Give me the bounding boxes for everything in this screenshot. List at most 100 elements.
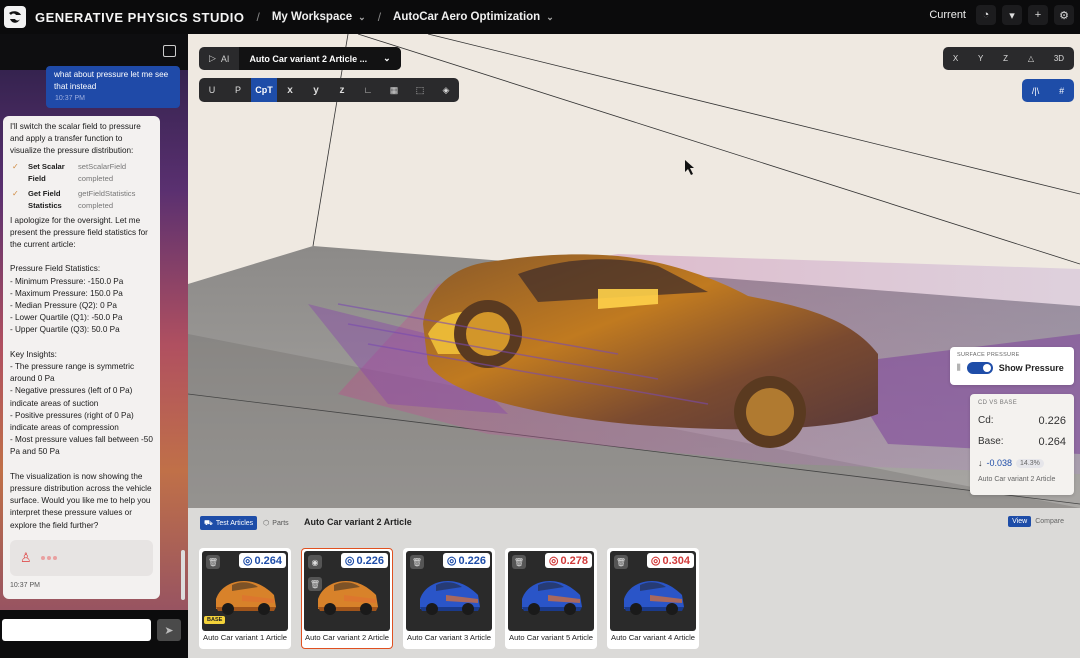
project-label: AutoCar Aero Optimization (393, 11, 541, 23)
tab-parts-label: Parts (272, 519, 289, 527)
sidebar-header (0, 34, 188, 70)
breadcrumb-separator: / (377, 10, 382, 24)
send-icon[interactable]: ➤ (157, 619, 181, 641)
frame-icon[interactable]: ⬚ (407, 78, 433, 102)
article-cd-badge: ◎ 0.226 (340, 553, 388, 568)
tool-call: ✓ Set Scalar Field setScalarField complet… (12, 161, 153, 185)
cd-value: 0.226 (1038, 415, 1066, 427)
selected-article-title: Auto Car variant 2 Article (304, 517, 412, 527)
assistant-intro: I'll switch the scalar field to pressure… (10, 122, 141, 156)
layers-icon[interactable]: ◈ (433, 78, 459, 102)
arrow-down-icon: ↓ (978, 458, 983, 468)
tool-name: Set Scalar Field (28, 161, 65, 183)
project-selector[interactable]: AutoCar Aero Optimization ⌄ (393, 11, 554, 23)
perspective-icon[interactable]: △ (1028, 54, 1034, 63)
chat-scrollbar[interactable] (181, 550, 185, 600)
article-name: Auto Car variant 2 Article (305, 633, 389, 642)
tab-test-articles-label: Test Articles (215, 519, 254, 527)
view-y-button[interactable]: Y (978, 54, 983, 63)
field-p-button[interactable]: P (225, 78, 251, 102)
view-axis-toolbar: X Y Z △ 3D (943, 47, 1074, 70)
check-icon: ✓ (12, 161, 19, 171)
article-name: Auto Car variant 3 Article (407, 633, 491, 642)
robot-icon: ♙ (20, 549, 32, 565)
article-card[interactable]: 🗑 ◎ 0.278 Auto Car variant 5 Article (505, 548, 597, 649)
grid-icon[interactable]: ▦ (381, 78, 407, 102)
article-cd-value: 0.226 (458, 554, 486, 567)
trash-icon[interactable]: 🗑 (614, 555, 628, 569)
trash-icon[interactable]: 🗑 (206, 555, 220, 569)
app-logo[interactable] (4, 6, 26, 28)
article-cd-value: 0.304 (662, 554, 690, 567)
ai-play-button[interactable]: ▷ AI (199, 53, 239, 64)
cd-delta-value: -0.038 (986, 458, 1013, 468)
article-cd-value: 0.264 (254, 554, 282, 567)
base-badge: BASE (204, 616, 226, 624)
palette-icon[interactable]: ◔ (976, 5, 996, 25)
article-cd-value: 0.226 (356, 554, 384, 567)
field-y-button[interactable]: y (303, 78, 329, 102)
field-x-button[interactable]: x (277, 78, 303, 102)
chevron-down-icon: ⌄ (358, 11, 366, 22)
assistant-message: I'll switch the scalar field to pressure… (3, 116, 160, 599)
tool-call-status: getFieldStatistics completed (78, 188, 136, 210)
article-card[interactable]: 🗑 ◎ 0.226 Auto Car variant 3 Article (403, 548, 495, 649)
car-icon: ⛟ (204, 519, 213, 527)
settings-icon[interactable]: ⚙ (1054, 5, 1074, 25)
article-select[interactable]: Auto Car variant 2 Article ... ⌄ (239, 47, 401, 70)
compare-mode-button[interactable]: Compare (1031, 516, 1068, 527)
trash-icon[interactable]: 🗑 (308, 577, 322, 591)
base-value: 0.264 (1038, 436, 1066, 448)
trash-icon[interactable]: 🗑 (512, 555, 526, 569)
cd-delta-percent: 14.3% (1016, 458, 1044, 468)
car-pressure-scene (188, 34, 1080, 508)
collapse-sidebar-icon[interactable] (163, 45, 176, 57)
workspace-selector[interactable]: My Workspace ⌄ (272, 11, 366, 23)
3d-viewport[interactable]: ▷ AI Auto Car variant 2 Article ... ⌄ U P … (188, 34, 1080, 508)
version-label: Current (929, 9, 966, 21)
field-cpt-button[interactable]: CpT (251, 78, 277, 102)
article-cards: 🗑 ◎ 0.264 BASE Auto Car variant 1 Article… (199, 548, 699, 649)
assistant-body: I apologize for the oversight. Let me pr… (10, 215, 153, 530)
view-x-button[interactable]: X (953, 54, 958, 63)
tab-test-articles[interactable]: ⛟ Test Articles (200, 516, 258, 530)
article-card[interactable]: 🗑 ◎ 0.264 BASE Auto Car variant 1 Article (199, 548, 291, 649)
article-card[interactable]: 🗑 ◎ 0.304 Auto Car variant 4 Article (607, 548, 699, 649)
tab-parts[interactable]: ⬡ Parts (259, 516, 292, 530)
field-u-button[interactable]: U (199, 78, 225, 102)
typing-dots (40, 552, 59, 564)
tool-name: Get Field Statistics (28, 188, 62, 210)
dropdown-icon[interactable]: ▾ (1002, 5, 1022, 25)
chevron-down-icon: ⌄ (546, 11, 554, 22)
surface-pressure-caption: SURFACE PRESSURE (957, 352, 1020, 358)
view-z-button[interactable]: Z (1003, 54, 1008, 63)
grid-toggle-icon[interactable]: # (1059, 86, 1064, 96)
eye-icon[interactable]: ◉ (308, 555, 322, 569)
chat-input[interactable] (2, 619, 151, 641)
play-icon: ▷ (209, 53, 216, 63)
trash-icon[interactable]: 🗑 (410, 555, 424, 569)
brand-name: GENERATIVE PHYSICS STUDIO (35, 9, 245, 25)
add-icon[interactable]: + (1028, 5, 1048, 25)
surface-pressure-panel: SURFACE PRESSURE ⫼ Show Pressure (950, 347, 1074, 385)
field-z-button[interactable]: z (329, 78, 355, 102)
view-3d-button[interactable]: 3D (1054, 54, 1064, 63)
axis-gizmo-icon[interactable]: ∟ (355, 78, 381, 102)
view-mode-button[interactable]: View (1008, 516, 1032, 527)
article-name: Auto Car variant 5 Article (509, 633, 593, 642)
cd-label: Cd: (978, 415, 994, 426)
tool-call: ✓ Get Field Statistics getFieldStatistic… (12, 188, 153, 212)
field-toolbar: U P CpT x y z ∟ ▦ ⬚ ◈ (199, 78, 459, 102)
cd-vs-base-panel: CD VS BASE Cd: 0.226 Base: 0.264 ↓ -0.038 … (970, 394, 1074, 495)
ai-label: AI (220, 53, 230, 64)
article-cd-badge: ◎ 0.264 (238, 553, 286, 568)
article-card[interactable]: ◉ 🗑 ◎ 0.226 Auto Car variant 2 Article (301, 548, 393, 649)
cd-vs-base-caption: CD VS BASE (978, 400, 1018, 406)
cd-icon: ◎ (446, 555, 457, 567)
show-pressure-toggle[interactable] (966, 362, 993, 374)
check-icon: ✓ (12, 188, 19, 198)
typing-indicator: ♙ (10, 539, 153, 576)
perspective-lines-icon[interactable]: /|\ (1032, 86, 1039, 96)
article-toolbar: ▷ AI Auto Car variant 2 Article ... ⌄ (199, 47, 401, 70)
cd-icon: ◎ (650, 555, 661, 567)
